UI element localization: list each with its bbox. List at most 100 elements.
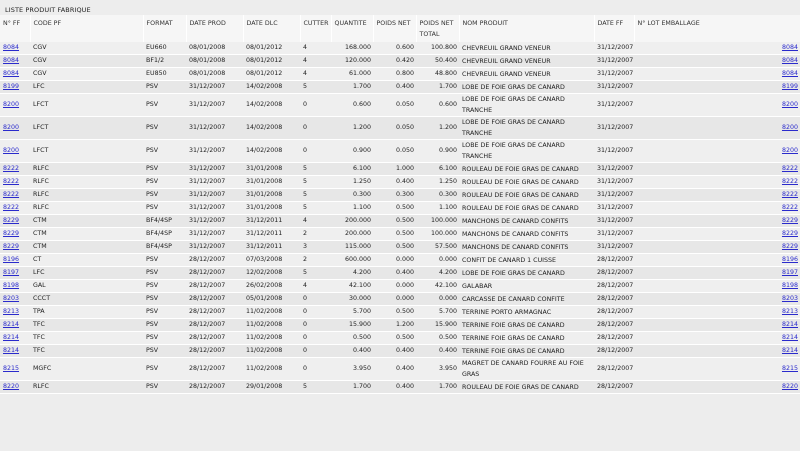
ff-link[interactable]: 8199 — [3, 83, 19, 90]
lot-emballage-link[interactable]: 8196 — [782, 256, 798, 263]
ff-link[interactable]: 8222 — [3, 165, 19, 172]
ff-link[interactable]: 8197 — [3, 269, 19, 276]
ff-cell: 8222 — [0, 201, 30, 215]
cutter-cell: 5 — [300, 266, 331, 280]
ff-cell: 8200 — [0, 116, 30, 140]
lot-emballage-link[interactable]: 8084 — [782, 44, 798, 51]
lot-emballage-link[interactable]: 8084 — [782, 57, 798, 64]
lot-emballage-link[interactable]: 8214 — [782, 321, 798, 328]
cutter-cell: 3 — [300, 240, 331, 254]
format-cell: PSV — [143, 380, 186, 394]
poids-net-cell: 0.050 — [373, 139, 416, 163]
format-cell: PSV — [143, 253, 186, 267]
lot-emballage-link[interactable]: 8200 — [782, 147, 798, 154]
format-cell: PSV — [143, 331, 186, 345]
nom-produit-cell: LOBE DE FOIE GRAS DE CANARD — [459, 80, 594, 94]
lot-emballage-link[interactable]: 8220 — [782, 383, 798, 390]
lot-emballage-link[interactable]: 8197 — [782, 269, 798, 276]
code-pf-cell: RLFC — [30, 175, 143, 189]
code-pf-cell: CTM — [30, 240, 143, 254]
lot-emballage-link[interactable]: 8222 — [782, 204, 798, 211]
lot-emballage-link[interactable]: 8229 — [782, 243, 798, 250]
date-prod-cell: 31/12/2007 — [186, 175, 243, 189]
ff-link[interactable]: 8196 — [3, 256, 19, 263]
format-cell: PSV — [143, 139, 186, 163]
products-table: N° FF CODE PF FORMAT DATE PROD DATE DLC … — [0, 15, 800, 394]
format-cell: PSV — [143, 175, 186, 189]
ff-link[interactable]: 8220 — [3, 383, 19, 390]
lot-emballage-link[interactable]: 8200 — [782, 124, 798, 131]
quantite-cell: 1.200 — [331, 116, 373, 140]
ff-link[interactable]: 8222 — [3, 178, 19, 185]
ff-link[interactable]: 8214 — [3, 321, 19, 328]
ff-link[interactable]: 8200 — [3, 147, 19, 154]
ff-link[interactable]: 8213 — [3, 308, 19, 315]
lot-emballage-link[interactable]: 8214 — [782, 334, 798, 341]
lot-emballage-link[interactable]: 8222 — [782, 165, 798, 172]
date-prod-cell: 31/12/2007 — [186, 201, 243, 215]
ff-link[interactable]: 8214 — [3, 334, 19, 341]
ff-link[interactable]: 8084 — [3, 57, 19, 64]
ff-link[interactable]: 8215 — [3, 365, 19, 372]
poids-net-total-cell: 0.900 — [416, 139, 459, 163]
ff-link[interactable]: 8229 — [3, 243, 19, 250]
date-ff-cell: 28/12/2007 — [594, 331, 634, 345]
table-row: 8084 CGV EU660 08/01/2008 08/01/2012 4 168.000… — [0, 42, 800, 55]
cutter-cell: 0 — [300, 318, 331, 332]
lot-emballage-cell: 8203 — [634, 292, 800, 306]
ff-link[interactable]: 8200 — [3, 101, 19, 108]
ff-cell: 8084 — [0, 67, 30, 81]
date-prod-cell: 28/12/2007 — [186, 266, 243, 280]
date-ff-cell: 31/12/2007 — [594, 175, 634, 189]
ff-link[interactable]: 8203 — [3, 295, 19, 302]
lot-emballage-link[interactable]: 8199 — [782, 83, 798, 90]
date-ff-cell: 28/12/2007 — [594, 344, 634, 358]
format-cell: BF4/4SP — [143, 214, 186, 228]
cutter-cell: 5 — [300, 80, 331, 94]
ff-link[interactable]: 8222 — [3, 204, 19, 211]
lot-emballage-link[interactable]: 8203 — [782, 295, 798, 302]
poids-net-cell: 0.500 — [373, 331, 416, 345]
nom-produit-cell: CHEVREUIL GRAND VENEUR — [459, 67, 594, 81]
code-pf-cell: RLFC — [30, 201, 143, 215]
table-row: 8222 RLFC PSV 31/12/2007 31/01/2008 5 1.250 0.4… — [0, 175, 800, 189]
lot-emballage-link[interactable]: 8198 — [782, 282, 798, 289]
ff-link[interactable]: 8084 — [3, 70, 19, 77]
code-pf-cell: CGV — [30, 67, 143, 81]
poids-net-total-cell: 48.800 — [416, 67, 459, 81]
ff-link[interactable]: 8229 — [3, 217, 19, 224]
date-dlc-cell: 31/12/2011 — [243, 214, 300, 228]
ff-link[interactable]: 8200 — [3, 124, 19, 131]
ff-link[interactable]: 8222 — [3, 191, 19, 198]
lot-emballage-cell: 8214 — [634, 318, 800, 332]
lot-emballage-link[interactable]: 8229 — [782, 217, 798, 224]
lot-emballage-link[interactable]: 8222 — [782, 178, 798, 185]
poids-net-total-cell: 100.000 — [416, 214, 459, 228]
lot-emballage-link[interactable]: 8084 — [782, 70, 798, 77]
ff-cell: 8222 — [0, 162, 30, 176]
ff-link[interactable]: 8084 — [3, 44, 19, 51]
lot-emballage-cell: 8214 — [634, 344, 800, 358]
date-ff-cell: 31/12/2007 — [594, 116, 634, 140]
ff-link[interactable]: 8214 — [3, 347, 19, 354]
lot-emballage-link[interactable]: 8215 — [782, 365, 798, 372]
lot-emballage-link[interactable]: 8200 — [782, 101, 798, 108]
code-pf-cell: CCCT — [30, 292, 143, 306]
format-cell: PSV — [143, 305, 186, 319]
cutter-cell: 0 — [300, 357, 331, 381]
ff-cell: 8215 — [0, 357, 30, 381]
code-pf-cell: TFC — [30, 331, 143, 345]
ff-link[interactable]: 8229 — [3, 230, 19, 237]
column-header: QUANTITE — [331, 15, 374, 42]
date-dlc-cell: 11/02/2008 — [243, 305, 300, 319]
lot-emballage-link[interactable]: 8222 — [782, 191, 798, 198]
nom-produit-cell: MANCHONS DE CANARD CONFITS — [459, 227, 594, 241]
ff-link[interactable]: 8198 — [3, 282, 19, 289]
cutter-cell: 4 — [300, 214, 331, 228]
nom-produit-cell: ROULEAU DE FOIE GRAS DE CANARD — [459, 175, 594, 189]
lot-emballage-link[interactable]: 8214 — [782, 347, 798, 354]
lot-emballage-link[interactable]: 8229 — [782, 230, 798, 237]
column-header: CUTTER — [300, 15, 332, 42]
lot-emballage-link[interactable]: 8213 — [782, 308, 798, 315]
ff-cell: 8213 — [0, 305, 30, 319]
